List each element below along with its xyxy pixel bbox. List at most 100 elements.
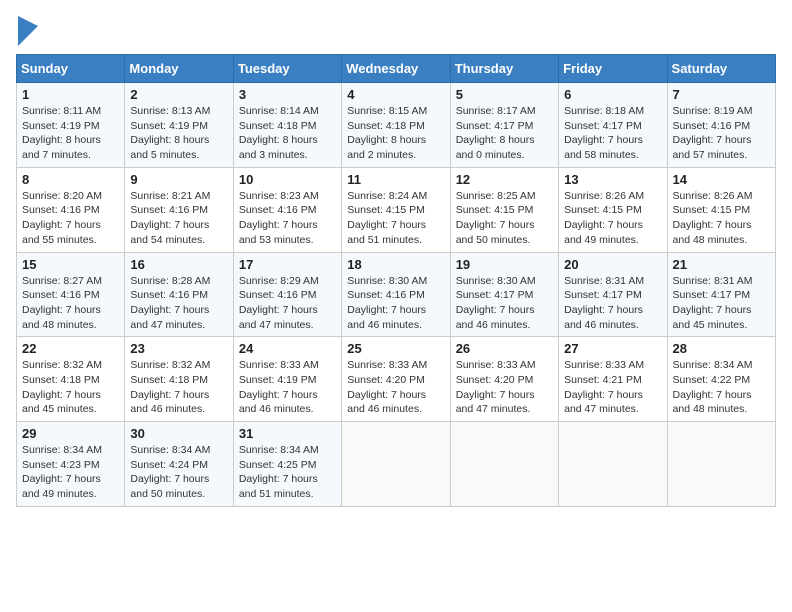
- calendar-week-row: 1 Sunrise: 8:11 AM Sunset: 4:19 PM Dayli…: [17, 83, 776, 168]
- calendar-header: SundayMondayTuesdayWednesdayThursdayFrid…: [17, 55, 776, 83]
- calendar-week-row: 29 Sunrise: 8:34 AM Sunset: 4:23 PM Dayl…: [17, 422, 776, 507]
- day-number: 31: [239, 426, 336, 441]
- logo: [16, 16, 38, 46]
- calendar-day-cell: 15 Sunrise: 8:27 AM Sunset: 4:16 PM Dayl…: [17, 252, 125, 337]
- weekday-header: Saturday: [667, 55, 775, 83]
- calendar-day-cell: 7 Sunrise: 8:19 AM Sunset: 4:16 PM Dayli…: [667, 83, 775, 168]
- weekday-row: SundayMondayTuesdayWednesdayThursdayFrid…: [17, 55, 776, 83]
- day-number: 23: [130, 341, 227, 356]
- day-number: 9: [130, 172, 227, 187]
- calendar-day-cell: 23 Sunrise: 8:32 AM Sunset: 4:18 PM Dayl…: [125, 337, 233, 422]
- day-info: Sunrise: 8:18 AM Sunset: 4:17 PM Dayligh…: [564, 104, 661, 163]
- calendar-table: SundayMondayTuesdayWednesdayThursdayFrid…: [16, 54, 776, 507]
- day-info: Sunrise: 8:20 AM Sunset: 4:16 PM Dayligh…: [22, 189, 119, 248]
- day-info: Sunrise: 8:14 AM Sunset: 4:18 PM Dayligh…: [239, 104, 336, 163]
- day-info: Sunrise: 8:33 AM Sunset: 4:21 PM Dayligh…: [564, 358, 661, 417]
- day-info: Sunrise: 8:24 AM Sunset: 4:15 PM Dayligh…: [347, 189, 444, 248]
- calendar-day-cell: 16 Sunrise: 8:28 AM Sunset: 4:16 PM Dayl…: [125, 252, 233, 337]
- day-info: Sunrise: 8:19 AM Sunset: 4:16 PM Dayligh…: [673, 104, 770, 163]
- day-number: 18: [347, 257, 444, 272]
- day-number: 4: [347, 87, 444, 102]
- calendar-day-cell: 5 Sunrise: 8:17 AM Sunset: 4:17 PM Dayli…: [450, 83, 558, 168]
- weekday-header: Wednesday: [342, 55, 450, 83]
- calendar-day-cell: 19 Sunrise: 8:30 AM Sunset: 4:17 PM Dayl…: [450, 252, 558, 337]
- calendar-day-cell: 2 Sunrise: 8:13 AM Sunset: 4:19 PM Dayli…: [125, 83, 233, 168]
- day-info: Sunrise: 8:26 AM Sunset: 4:15 PM Dayligh…: [673, 189, 770, 248]
- page-header: [16, 16, 776, 46]
- calendar-day-cell: 1 Sunrise: 8:11 AM Sunset: 4:19 PM Dayli…: [17, 83, 125, 168]
- calendar-day-cell: 12 Sunrise: 8:25 AM Sunset: 4:15 PM Dayl…: [450, 167, 558, 252]
- calendar-week-row: 15 Sunrise: 8:27 AM Sunset: 4:16 PM Dayl…: [17, 252, 776, 337]
- calendar-day-cell: 31 Sunrise: 8:34 AM Sunset: 4:25 PM Dayl…: [233, 422, 341, 507]
- calendar-day-cell: 13 Sunrise: 8:26 AM Sunset: 4:15 PM Dayl…: [559, 167, 667, 252]
- day-number: 5: [456, 87, 553, 102]
- calendar-day-cell: 22 Sunrise: 8:32 AM Sunset: 4:18 PM Dayl…: [17, 337, 125, 422]
- day-number: 6: [564, 87, 661, 102]
- calendar-day-cell: 17 Sunrise: 8:29 AM Sunset: 4:16 PM Dayl…: [233, 252, 341, 337]
- calendar-day-cell: 10 Sunrise: 8:23 AM Sunset: 4:16 PM Dayl…: [233, 167, 341, 252]
- calendar-day-cell: 21 Sunrise: 8:31 AM Sunset: 4:17 PM Dayl…: [667, 252, 775, 337]
- calendar-day-cell: [667, 422, 775, 507]
- day-info: Sunrise: 8:30 AM Sunset: 4:17 PM Dayligh…: [456, 274, 553, 333]
- calendar-day-cell: 4 Sunrise: 8:15 AM Sunset: 4:18 PM Dayli…: [342, 83, 450, 168]
- calendar-day-cell: 24 Sunrise: 8:33 AM Sunset: 4:19 PM Dayl…: [233, 337, 341, 422]
- calendar-day-cell: [450, 422, 558, 507]
- calendar-day-cell: 29 Sunrise: 8:34 AM Sunset: 4:23 PM Dayl…: [17, 422, 125, 507]
- weekday-header: Tuesday: [233, 55, 341, 83]
- day-info: Sunrise: 8:34 AM Sunset: 4:24 PM Dayligh…: [130, 443, 227, 502]
- calendar-week-row: 8 Sunrise: 8:20 AM Sunset: 4:16 PM Dayli…: [17, 167, 776, 252]
- weekday-header: Friday: [559, 55, 667, 83]
- weekday-header: Sunday: [17, 55, 125, 83]
- calendar-day-cell: 27 Sunrise: 8:33 AM Sunset: 4:21 PM Dayl…: [559, 337, 667, 422]
- day-number: 16: [130, 257, 227, 272]
- day-info: Sunrise: 8:27 AM Sunset: 4:16 PM Dayligh…: [22, 274, 119, 333]
- day-number: 19: [456, 257, 553, 272]
- day-info: Sunrise: 8:34 AM Sunset: 4:22 PM Dayligh…: [673, 358, 770, 417]
- day-number: 22: [22, 341, 119, 356]
- day-info: Sunrise: 8:30 AM Sunset: 4:16 PM Dayligh…: [347, 274, 444, 333]
- day-number: 20: [564, 257, 661, 272]
- day-info: Sunrise: 8:26 AM Sunset: 4:15 PM Dayligh…: [564, 189, 661, 248]
- day-number: 11: [347, 172, 444, 187]
- day-number: 7: [673, 87, 770, 102]
- day-number: 28: [673, 341, 770, 356]
- day-number: 27: [564, 341, 661, 356]
- day-number: 8: [22, 172, 119, 187]
- day-info: Sunrise: 8:11 AM Sunset: 4:19 PM Dayligh…: [22, 104, 119, 163]
- calendar-day-cell: [559, 422, 667, 507]
- day-info: Sunrise: 8:34 AM Sunset: 4:23 PM Dayligh…: [22, 443, 119, 502]
- calendar-day-cell: 6 Sunrise: 8:18 AM Sunset: 4:17 PM Dayli…: [559, 83, 667, 168]
- calendar-day-cell: 25 Sunrise: 8:33 AM Sunset: 4:20 PM Dayl…: [342, 337, 450, 422]
- calendar-day-cell: 14 Sunrise: 8:26 AM Sunset: 4:15 PM Dayl…: [667, 167, 775, 252]
- day-info: Sunrise: 8:25 AM Sunset: 4:15 PM Dayligh…: [456, 189, 553, 248]
- day-number: 30: [130, 426, 227, 441]
- day-number: 24: [239, 341, 336, 356]
- calendar-day-cell: 20 Sunrise: 8:31 AM Sunset: 4:17 PM Dayl…: [559, 252, 667, 337]
- day-number: 29: [22, 426, 119, 441]
- day-number: 17: [239, 257, 336, 272]
- day-number: 15: [22, 257, 119, 272]
- day-info: Sunrise: 8:31 AM Sunset: 4:17 PM Dayligh…: [564, 274, 661, 333]
- day-number: 13: [564, 172, 661, 187]
- day-number: 12: [456, 172, 553, 187]
- day-number: 2: [130, 87, 227, 102]
- day-info: Sunrise: 8:29 AM Sunset: 4:16 PM Dayligh…: [239, 274, 336, 333]
- weekday-header: Thursday: [450, 55, 558, 83]
- calendar-week-row: 22 Sunrise: 8:32 AM Sunset: 4:18 PM Dayl…: [17, 337, 776, 422]
- calendar-day-cell: 11 Sunrise: 8:24 AM Sunset: 4:15 PM Dayl…: [342, 167, 450, 252]
- day-info: Sunrise: 8:13 AM Sunset: 4:19 PM Dayligh…: [130, 104, 227, 163]
- calendar-body: 1 Sunrise: 8:11 AM Sunset: 4:19 PM Dayli…: [17, 83, 776, 507]
- day-info: Sunrise: 8:15 AM Sunset: 4:18 PM Dayligh…: [347, 104, 444, 163]
- day-number: 1: [22, 87, 119, 102]
- day-info: Sunrise: 8:32 AM Sunset: 4:18 PM Dayligh…: [22, 358, 119, 417]
- day-number: 14: [673, 172, 770, 187]
- calendar-day-cell: [342, 422, 450, 507]
- day-info: Sunrise: 8:32 AM Sunset: 4:18 PM Dayligh…: [130, 358, 227, 417]
- weekday-header: Monday: [125, 55, 233, 83]
- day-info: Sunrise: 8:28 AM Sunset: 4:16 PM Dayligh…: [130, 274, 227, 333]
- calendar-day-cell: 8 Sunrise: 8:20 AM Sunset: 4:16 PM Dayli…: [17, 167, 125, 252]
- day-number: 3: [239, 87, 336, 102]
- day-info: Sunrise: 8:33 AM Sunset: 4:20 PM Dayligh…: [347, 358, 444, 417]
- day-info: Sunrise: 8:34 AM Sunset: 4:25 PM Dayligh…: [239, 443, 336, 502]
- calendar-day-cell: 18 Sunrise: 8:30 AM Sunset: 4:16 PM Dayl…: [342, 252, 450, 337]
